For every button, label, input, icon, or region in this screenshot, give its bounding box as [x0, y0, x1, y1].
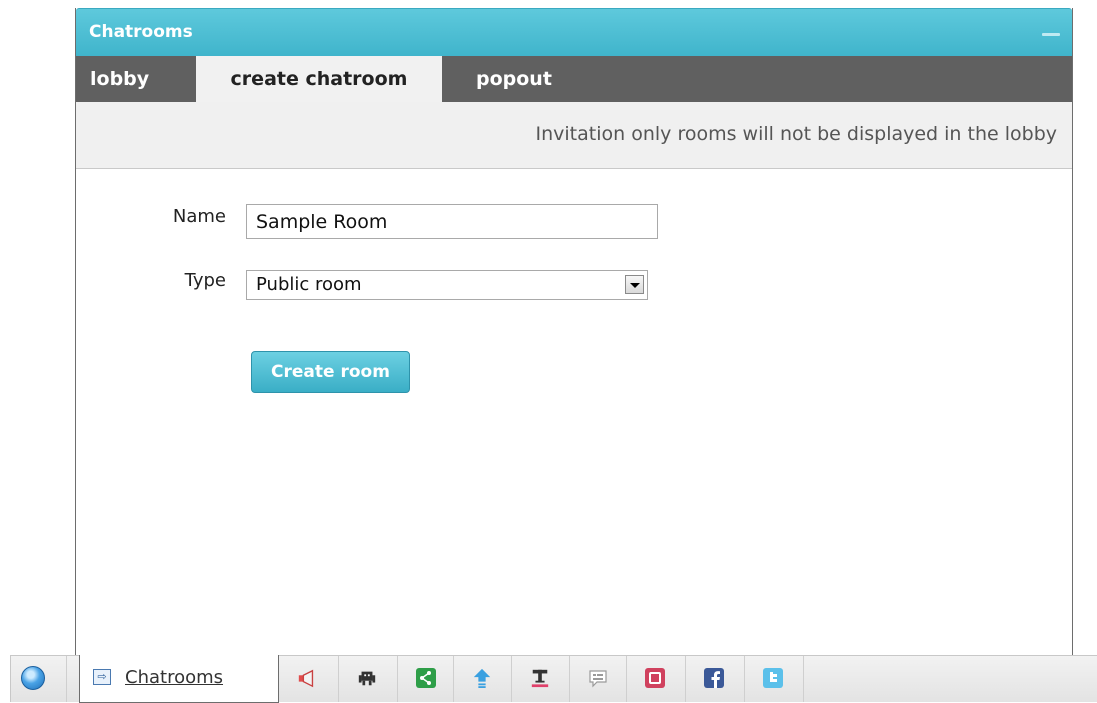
- taskbar-text-format-button[interactable]: [512, 656, 570, 702]
- chatrooms-icon: ⇨: [93, 669, 111, 685]
- taskbar-share-button[interactable]: [398, 656, 454, 702]
- announcement-icon: [298, 669, 314, 688]
- taskbar-globe-button[interactable]: [11, 656, 67, 702]
- facebook-icon: [704, 668, 724, 688]
- globe-icon: [21, 666, 45, 690]
- chevron-down-icon[interactable]: [625, 275, 644, 294]
- taskbar-chatrooms-tab[interactable]: ⇨ Chatrooms: [79, 655, 279, 703]
- tab-create-chatroom[interactable]: create chatroom: [196, 56, 442, 102]
- taskbar-games-button[interactable]: [339, 656, 398, 702]
- name-label: Name: [172, 206, 226, 227]
- minimize-icon[interactable]: [1042, 33, 1060, 36]
- tab-popout[interactable]: popout: [476, 56, 552, 102]
- window-title: Chatrooms: [89, 22, 193, 42]
- pinterest-icon: [645, 668, 665, 688]
- create-room-button[interactable]: Create room: [251, 351, 410, 393]
- chat-bubble-icon: [589, 670, 607, 688]
- taskbar-twitter-button[interactable]: [745, 656, 804, 702]
- room-type-select[interactable]: Public room: [246, 270, 648, 300]
- room-type-value: Public room: [256, 274, 362, 295]
- taskbar: ⇨ Chatrooms: [10, 655, 1097, 703]
- tab-bar: lobby create chatroom popout: [76, 56, 1072, 102]
- tab-lobby[interactable]: lobby: [90, 56, 149, 102]
- upload-arrow-icon: [473, 668, 491, 688]
- taskbar-upload-button[interactable]: [454, 656, 512, 702]
- twitter-icon: [763, 668, 783, 688]
- taskbar-announcement-button[interactable]: [279, 656, 339, 702]
- text-format-icon: [531, 669, 549, 688]
- taskbar-chatrooms-label: Chatrooms: [125, 667, 224, 688]
- space-invader-icon: [358, 671, 376, 686]
- room-name-input[interactable]: [246, 204, 658, 239]
- window-titlebar[interactable]: Chatrooms: [76, 8, 1072, 57]
- taskbar-chat-bubble-button[interactable]: [570, 656, 627, 702]
- chatrooms-window: Chatrooms lobby create chatroom popout I…: [75, 8, 1073, 702]
- taskbar-pinterest-button[interactable]: [627, 656, 686, 702]
- share-icon: [416, 668, 436, 688]
- info-text: Invitation only rooms will not be displa…: [535, 123, 1057, 145]
- type-label: Type: [184, 270, 226, 291]
- taskbar-facebook-button[interactable]: [686, 656, 745, 702]
- info-bar: Invitation only rooms will not be displa…: [76, 102, 1072, 169]
